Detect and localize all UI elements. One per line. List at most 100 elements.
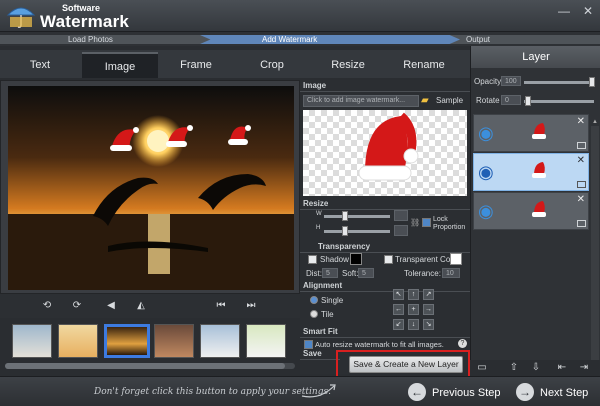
align-top-button[interactable]: ↑ <box>408 289 419 300</box>
thumbnail[interactable] <box>58 324 98 358</box>
dist-input[interactable]: 5 <box>322 268 338 278</box>
transparent-color-checkbox[interactable] <box>384 255 393 264</box>
step-add-watermark[interactable]: Add Watermark <box>262 35 317 44</box>
alignment-section-title: Alignment <box>303 281 343 290</box>
layer-item[interactable]: ◉ ✕ <box>473 192 589 230</box>
import-layer-icon[interactable]: ⇤ <box>556 362 568 374</box>
preview-controls: ⟲ ⟳ ◀ ◭ ⏮ ⏭ <box>0 294 300 318</box>
align-right-button[interactable]: → <box>423 304 434 315</box>
flip-horizontal-icon[interactable]: ◀ <box>104 299 118 313</box>
flip-vertical-icon[interactable]: ◭ <box>134 299 148 313</box>
tab-frame[interactable]: Frame <box>158 52 234 78</box>
tab-resize[interactable]: Resize <box>310 52 386 78</box>
image-icon <box>577 142 586 149</box>
layer-thumbnail-icon <box>532 162 546 178</box>
close-window-button[interactable]: ✕ <box>580 4 596 18</box>
soft-input[interactable]: 5 <box>358 268 374 278</box>
tile-radio[interactable] <box>310 310 318 318</box>
step-load-photos[interactable]: Load Photos <box>68 35 113 44</box>
app-title: Watermark <box>40 12 130 31</box>
next-arrow-icon[interactable]: → <box>516 383 534 401</box>
align-center-button[interactable]: + <box>408 304 419 315</box>
thumbnail[interactable] <box>12 324 52 358</box>
lock-proportion-checkbox[interactable] <box>422 218 431 227</box>
santa-hat-icon <box>358 112 419 181</box>
previous-arrow-icon[interactable]: ← <box>408 383 426 401</box>
step-output[interactable]: Output <box>466 35 490 44</box>
thumbnail-strip <box>0 318 300 374</box>
single-radio[interactable] <box>310 296 318 304</box>
watermark-image-input[interactable]: Click to add image watermark... <box>303 95 419 107</box>
layer-toolbar: ▭ ⇧ ⇩ ⇤ ⇥ <box>470 360 600 376</box>
height-value[interactable] <box>394 225 408 236</box>
rotate-slider[interactable] <box>524 100 594 103</box>
tolerance-input[interactable]: 10 <box>442 268 460 278</box>
transparent-color-swatch[interactable] <box>450 253 462 265</box>
tab-crop[interactable]: Crop <box>234 52 310 78</box>
align-bottom-button[interactable]: ↓ <box>408 319 419 330</box>
thumbnail-scrollbar[interactable] <box>5 363 295 369</box>
align-bottom-right-button[interactable]: ↘ <box>423 319 434 330</box>
next-image-icon[interactable]: ⏭ <box>244 299 258 313</box>
rotate-left-icon[interactable]: ⟲ <box>40 299 54 313</box>
align-left-button[interactable]: ← <box>393 304 404 315</box>
shadow-color-swatch[interactable] <box>350 253 362 265</box>
height-slider[interactable] <box>324 230 390 233</box>
rotate-input[interactable]: 0 <box>501 95 521 105</box>
delete-layer-icon[interactable]: ✕ <box>577 116 585 127</box>
help-icon[interactable]: ? <box>458 339 467 348</box>
layer-thumbnail-icon <box>532 123 546 139</box>
export-layer-icon[interactable]: ⇥ <box>578 362 590 374</box>
preview-image[interactable] <box>8 86 294 290</box>
width-slider[interactable] <box>324 215 390 218</box>
layer-item-selected[interactable]: ◉ ✕ <box>473 153 589 191</box>
tab-bar: Text Image Frame Crop Resize Rename <box>0 50 470 78</box>
new-layer-icon[interactable]: ▭ <box>476 362 488 374</box>
layer-item[interactable]: ◉ ✕ <box>473 114 589 152</box>
image-section-title: Image <box>303 81 327 90</box>
align-top-left-button[interactable]: ↖ <box>393 289 404 300</box>
apply-hint-text: Don't forget click this button to apply … <box>94 387 331 397</box>
smart-fit-section-title: Smart Fit <box>303 327 338 336</box>
umbrella-logo-icon <box>6 7 36 28</box>
delete-layer-icon[interactable]: ✕ <box>577 194 585 205</box>
minimize-button[interactable]: — <box>556 4 572 18</box>
step-progress: Load Photos Add Watermark Output <box>0 32 600 46</box>
move-layer-down-icon[interactable]: ⇩ <box>530 362 542 374</box>
layer-panel-title: Layer <box>471 46 600 68</box>
preview-area <box>0 80 300 294</box>
thumbnail[interactable] <box>154 324 194 358</box>
previous-step-button[interactable]: Previous Step <box>432 384 500 402</box>
layer-scrollbar[interactable] <box>591 126 599 370</box>
save-section-title: Save <box>303 349 322 358</box>
previous-image-icon[interactable]: ⏮ <box>214 299 228 313</box>
image-icon <box>577 220 586 227</box>
folder-icon[interactable]: ▰ <box>421 95 429 106</box>
eye-icon[interactable]: ◉ <box>478 162 494 183</box>
active-step-indicator <box>200 35 460 44</box>
thumbnail[interactable] <box>246 324 286 358</box>
opacity-slider[interactable] <box>524 81 594 84</box>
delete-layer-icon[interactable]: ✕ <box>577 155 585 166</box>
eye-icon[interactable]: ◉ <box>478 201 494 222</box>
width-value[interactable] <box>394 210 408 221</box>
rotate-right-icon[interactable]: ⟳ <box>70 299 84 313</box>
next-step-button[interactable]: Next Step <box>540 384 588 402</box>
tab-image[interactable]: Image <box>82 52 158 78</box>
thumbnail[interactable] <box>200 324 240 358</box>
sample-button[interactable]: Sample <box>436 96 463 105</box>
eye-icon[interactable]: ◉ <box>478 123 494 144</box>
thumbnail-selected[interactable] <box>104 324 150 358</box>
image-icon <box>577 181 586 188</box>
align-bottom-left-button[interactable]: ↙ <box>393 319 404 330</box>
link-icon: ⛓ <box>410 218 421 227</box>
tab-text[interactable]: Text <box>2 52 78 78</box>
opacity-input[interactable]: 100 <box>501 76 521 86</box>
curved-arrow-icon <box>301 384 336 398</box>
move-layer-up-icon[interactable]: ⇧ <box>508 362 520 374</box>
tab-rename[interactable]: Rename <box>386 52 462 78</box>
save-create-new-layer-button[interactable]: Save & Create a New Layer <box>349 356 463 373</box>
shadow-checkbox[interactable] <box>308 255 317 264</box>
align-top-right-button[interactable]: ↗ <box>423 289 434 300</box>
auto-resize-checkbox[interactable] <box>304 340 313 349</box>
